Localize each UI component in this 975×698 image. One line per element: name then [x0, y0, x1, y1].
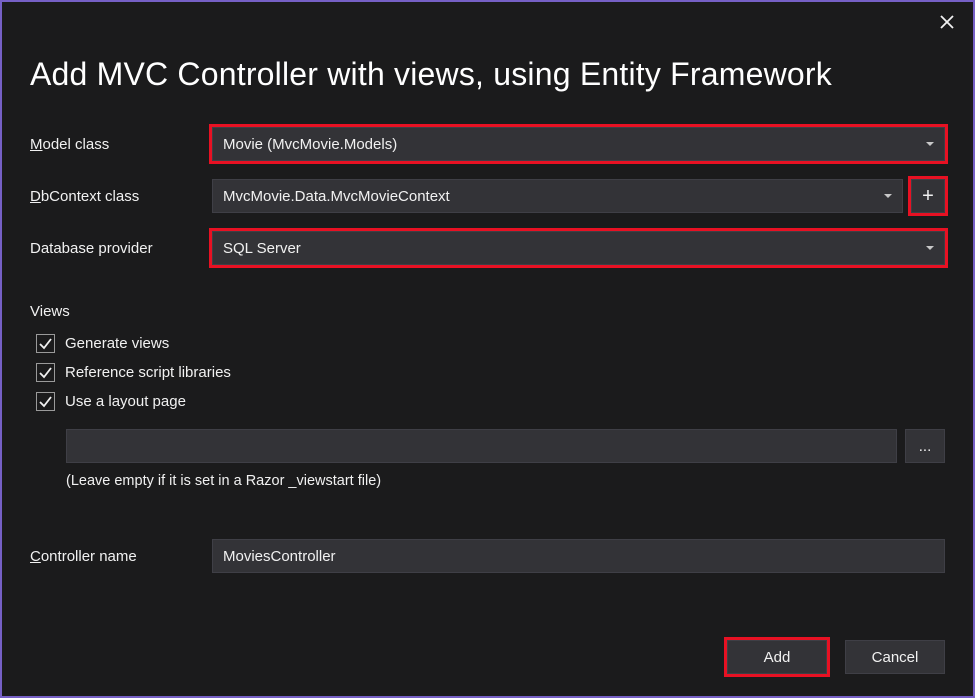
- dialog-root: Add MVC Controller with views, using Ent…: [2, 2, 973, 696]
- add-dbcontext-button[interactable]: +: [911, 179, 945, 213]
- label-controller-name: Controller name: [30, 548, 212, 565]
- plus-icon: +: [922, 185, 934, 208]
- ellipsis-icon: ...: [919, 438, 932, 455]
- layout-hint: (Leave empty if it is set in a Razor _vi…: [66, 473, 945, 489]
- row-layout-path: ...: [66, 429, 945, 463]
- label-db-provider: Database provider: [30, 240, 212, 257]
- row-dbcontext: DbContext class MvcMovie.Data.MvcMovieCo…: [30, 179, 945, 213]
- label-generate-views: Generate views: [65, 335, 169, 352]
- label-use-layout: Use a layout page: [65, 393, 186, 410]
- combo-model-class-value: Movie (MvcMovie.Models): [223, 136, 397, 153]
- dialog-title: Add MVC Controller with views, using Ent…: [30, 56, 945, 93]
- label-reference-scripts: Reference script libraries: [65, 364, 231, 381]
- label-model-class: Model class: [30, 136, 212, 153]
- cancel-button[interactable]: Cancel: [845, 640, 945, 674]
- checkbox-reference-scripts[interactable]: [36, 363, 55, 382]
- checkbox-generate-views[interactable]: [36, 334, 55, 353]
- row-db-provider: Database provider SQL Server: [30, 231, 945, 265]
- label-dbcontext: DbContext class: [30, 188, 212, 205]
- row-controller-name: Controller name: [30, 539, 945, 573]
- combo-db-provider[interactable]: SQL Server: [212, 231, 945, 265]
- layout-path-input[interactable]: [66, 429, 897, 463]
- close-button[interactable]: [933, 8, 961, 36]
- check-icon: [39, 395, 52, 408]
- controller-name-input[interactable]: [212, 539, 945, 573]
- checkbox-use-layout[interactable]: [36, 392, 55, 411]
- chevron-down-icon: [926, 246, 934, 250]
- chevron-down-icon: [926, 142, 934, 146]
- row-model-class: Model class Movie (MvcMovie.Models): [30, 127, 945, 161]
- check-row-generate-views: Generate views: [36, 334, 945, 353]
- browse-layout-button[interactable]: ...: [905, 429, 945, 463]
- button-bar: Add Cancel: [30, 620, 945, 674]
- combo-dbcontext-value: MvcMovie.Data.MvcMovieContext: [223, 188, 450, 205]
- check-icon: [39, 337, 52, 350]
- combo-dbcontext[interactable]: MvcMovie.Data.MvcMovieContext: [212, 179, 903, 213]
- close-icon: [940, 15, 954, 29]
- combo-db-provider-value: SQL Server: [223, 240, 301, 257]
- check-icon: [39, 366, 52, 379]
- label-views-section: Views: [30, 303, 945, 320]
- check-row-use-layout: Use a layout page: [36, 392, 945, 411]
- combo-model-class[interactable]: Movie (MvcMovie.Models): [212, 127, 945, 161]
- chevron-down-icon: [884, 194, 892, 198]
- check-row-reference-scripts: Reference script libraries: [36, 363, 945, 382]
- add-button[interactable]: Add: [727, 640, 827, 674]
